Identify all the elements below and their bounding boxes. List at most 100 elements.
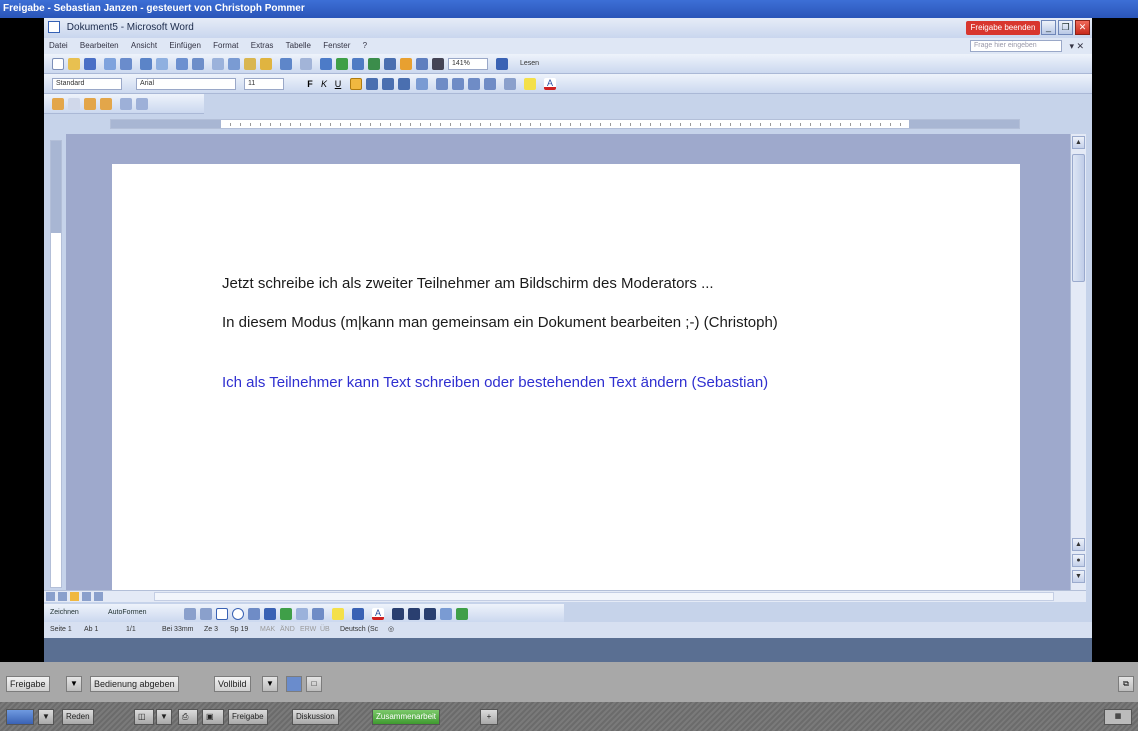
clipart-icon[interactable]: [296, 608, 308, 620]
vertical-ruler[interactable]: [50, 140, 62, 588]
print-preview-icon[interactable]: [156, 58, 168, 70]
camera-icon[interactable]: ▣: [202, 709, 224, 725]
freigabe-dropdown-icon[interactable]: ▼: [66, 676, 82, 692]
redo-icon[interactable]: [300, 58, 312, 70]
document-line-1[interactable]: Jetzt schreibe ich als zweiter Teilnehme…: [222, 275, 714, 292]
stop-sharing-button[interactable]: Freigabe beenden: [966, 21, 1040, 35]
print-layout-icon[interactable]: [70, 592, 79, 601]
dash-style-icon[interactable]: [408, 608, 420, 620]
align-center-icon[interactable]: [366, 78, 378, 90]
cut-icon[interactable]: [212, 58, 224, 70]
fullscreen-dropdown-icon[interactable]: ▼: [262, 676, 278, 692]
print-icon[interactable]: [140, 58, 152, 70]
menu-datei[interactable]: Datei: [44, 38, 73, 54]
line-color-icon[interactable]: [352, 608, 364, 620]
outline-view-icon[interactable]: [82, 592, 91, 601]
arrow-icon[interactable]: [200, 608, 212, 620]
copy-icon[interactable]: [228, 58, 240, 70]
close-button[interactable]: ✕: [1075, 20, 1090, 35]
menu-fenster[interactable]: Fenster: [318, 38, 355, 54]
tray-icon[interactable]: ▦: [1104, 709, 1132, 725]
permission-icon[interactable]: [104, 58, 116, 70]
vertical-scroll-thumb[interactable]: [1072, 154, 1085, 282]
spelling-icon[interactable]: [176, 58, 188, 70]
spellcheck-status-icon[interactable]: ◎: [388, 622, 394, 638]
help-search-input[interactable]: Frage hier eingeben: [970, 40, 1062, 52]
browse-object-icon[interactable]: ●: [1072, 554, 1085, 567]
shadow-icon[interactable]: [440, 608, 452, 620]
meeting-dropdown-icon[interactable]: ▼: [38, 709, 54, 725]
web-view-icon[interactable]: [58, 592, 67, 601]
style-select[interactable]: Standard: [52, 78, 122, 90]
tables-borders-icon[interactable]: [336, 58, 348, 70]
borders-icon[interactable]: [504, 78, 516, 90]
undo-icon[interactable]: [280, 58, 292, 70]
review-tool-6-icon[interactable]: [136, 98, 148, 110]
freigabe-menu-button[interactable]: Freigabe: [6, 676, 50, 692]
share-desktop-icon[interactable]: □: [306, 676, 322, 692]
normal-view-icon[interactable]: [46, 592, 55, 601]
note-icon[interactable]: ⎙: [178, 709, 198, 725]
draw-font-color-icon[interactable]: A: [372, 608, 384, 620]
underline-icon[interactable]: U: [332, 78, 344, 90]
close-document-icon[interactable]: ▾ ✕: [1069, 38, 1084, 54]
show-hide-icon[interactable]: [432, 58, 444, 70]
menu-format[interactable]: Format: [208, 38, 243, 54]
oval-icon[interactable]: [232, 608, 244, 620]
discussion-tab-button[interactable]: Diskussion: [292, 709, 339, 725]
numbering-icon[interactable]: [436, 78, 448, 90]
document-map-icon[interactable]: [416, 58, 428, 70]
scroll-up-icon[interactable]: ▲: [1072, 136, 1085, 149]
meeting-menu-icon[interactable]: [6, 709, 34, 725]
menu-help[interactable]: ?: [358, 38, 372, 54]
textbox-icon[interactable]: [248, 608, 260, 620]
mic-dropdown-icon[interactable]: ▼: [156, 709, 172, 725]
next-page-icon[interactable]: ▼: [1072, 570, 1085, 583]
3d-icon[interactable]: [456, 608, 468, 620]
help-icon[interactable]: [496, 58, 508, 70]
collaboration-tab-button[interactable]: Zusammenarbeit: [372, 709, 441, 725]
format-painter-icon[interactable]: [260, 58, 272, 70]
menu-extras[interactable]: Extras: [246, 38, 279, 54]
paste-icon[interactable]: [244, 58, 256, 70]
fullscreen-button[interactable]: Vollbild: [214, 676, 251, 692]
insert-table-icon[interactable]: [352, 58, 364, 70]
line-style-icon[interactable]: [392, 608, 404, 620]
horizontal-scrollbar[interactable]: [44, 590, 1086, 602]
new-document-icon[interactable]: [52, 58, 64, 70]
hyperlink-icon[interactable]: [320, 58, 332, 70]
document-page[interactable]: Jetzt schreibe ich als zweiter Teilnehme…: [112, 164, 1020, 594]
drawing-menu[interactable]: Zeichnen: [50, 604, 79, 622]
horizontal-scroll-thumb[interactable]: [154, 592, 1054, 601]
menu-einfuegen[interactable]: Einfügen: [164, 38, 206, 54]
horizontal-ruler[interactable]: [110, 119, 1020, 129]
review-tool-2-icon[interactable]: [68, 98, 80, 110]
line-icon[interactable]: [184, 608, 196, 620]
highlight-icon[interactable]: [524, 78, 536, 90]
share-tab-button[interactable]: Freigabe: [228, 709, 268, 725]
autoshapes-menu[interactable]: AutoFormen: [108, 604, 147, 622]
review-tool-3-icon[interactable]: [84, 98, 96, 110]
minimize-button[interactable]: _: [1041, 20, 1056, 35]
vertical-scrollbar[interactable]: ▲ ▲ ● ▼: [1070, 134, 1086, 590]
decrease-indent-icon[interactable]: [468, 78, 480, 90]
bold-icon[interactable]: F: [304, 78, 316, 90]
review-tool-4-icon[interactable]: [100, 98, 112, 110]
mic-icon[interactable]: ◫: [134, 709, 154, 725]
line-spacing-icon[interactable]: [416, 78, 428, 90]
insert-excel-icon[interactable]: [368, 58, 380, 70]
status-aend[interactable]: ÄND: [280, 622, 295, 638]
review-tool-1-icon[interactable]: [52, 98, 64, 110]
hand-over-control-button[interactable]: Bedienung abgeben: [90, 676, 179, 692]
talk-button[interactable]: Reden: [62, 709, 94, 725]
open-icon[interactable]: [68, 58, 80, 70]
document-line-2[interactable]: In diesem Modus (m|kann man gemeinsam ei…: [222, 314, 778, 331]
document-line-3[interactable]: Ich als Teilnehmer kann Text schreiben o…: [222, 374, 768, 391]
align-right-icon[interactable]: [382, 78, 394, 90]
bullets-icon[interactable]: [452, 78, 464, 90]
read-button[interactable]: Lesen: [520, 58, 539, 70]
increase-indent-icon[interactable]: [484, 78, 496, 90]
previous-page-icon[interactable]: ▲: [1072, 538, 1085, 551]
arrow-style-icon[interactable]: [424, 608, 436, 620]
status-ub[interactable]: ÜB: [320, 622, 330, 638]
